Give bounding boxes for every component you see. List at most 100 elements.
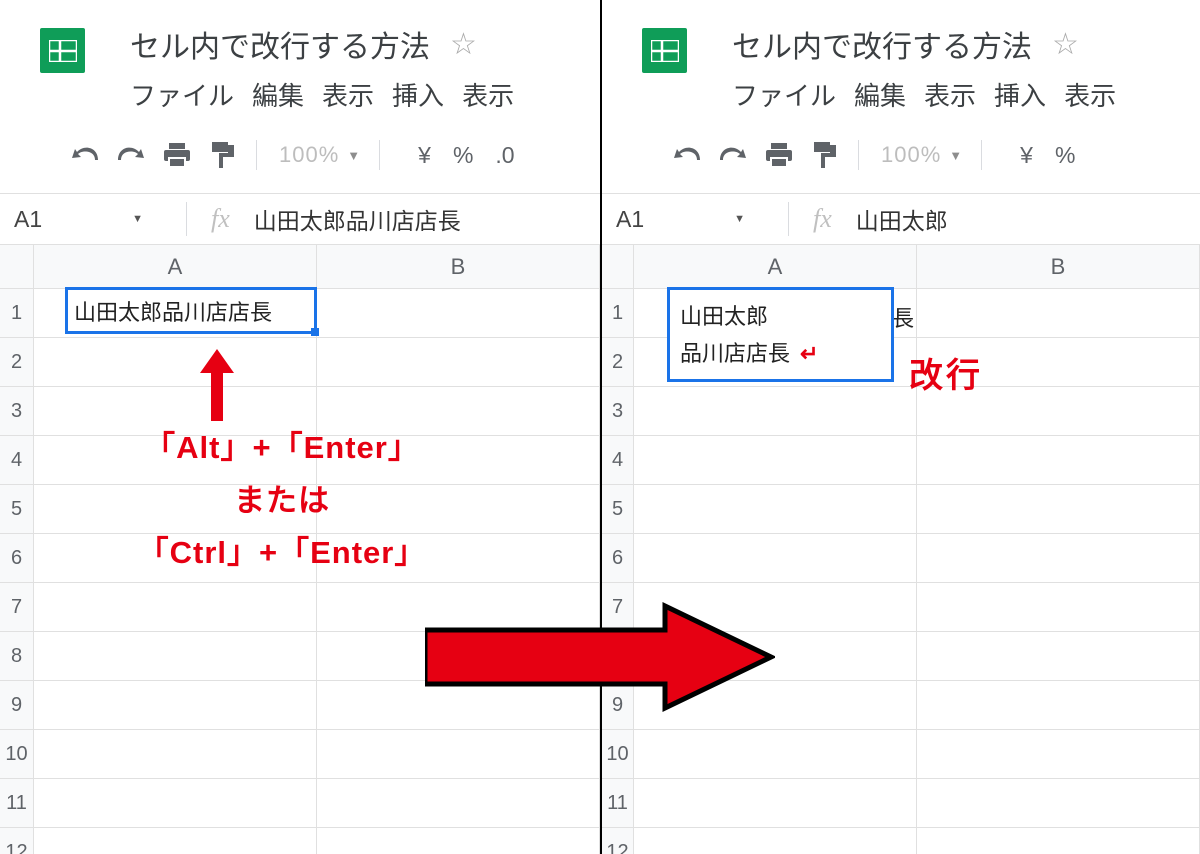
menu-edit[interactable]: 編集 <box>854 76 906 113</box>
cell[interactable] <box>634 436 917 485</box>
select-all-corner[interactable] <box>0 245 34 289</box>
transition-arrow-icon <box>425 602 775 712</box>
cell[interactable] <box>917 681 1200 730</box>
row-header[interactable]: 2 <box>0 338 34 387</box>
percent-format-button[interactable]: % <box>1055 142 1075 169</box>
titlebar: セル内で改行する方法 ☆ ファイル 編集 表示 挿入 表示 <box>602 0 1200 113</box>
menu-insert[interactable]: 挿入 <box>994 76 1046 113</box>
row-header[interactable]: 11 <box>0 779 34 828</box>
cell[interactable] <box>917 436 1200 485</box>
menu-format[interactable]: 表示 <box>462 76 514 113</box>
menu-file[interactable]: ファイル <box>130 76 234 113</box>
cell[interactable] <box>634 485 917 534</box>
name-box[interactable]: A1▼ <box>602 206 788 233</box>
cell[interactable] <box>34 681 317 730</box>
menu-file[interactable]: ファイル <box>732 76 836 113</box>
cell[interactable] <box>317 779 600 828</box>
cell[interactable] <box>917 779 1200 828</box>
col-header-a[interactable]: A <box>634 245 917 289</box>
row-header[interactable]: 12 <box>0 828 34 854</box>
row-header[interactable]: 10 <box>0 730 34 779</box>
cell[interactable] <box>34 583 317 632</box>
formula-bar: A1▼ fx 山田太郎 <box>602 193 1200 245</box>
currency-format-button[interactable]: ¥ <box>418 142 431 169</box>
zoom-dropdown[interactable]: 100%▼ <box>279 142 361 168</box>
select-all-corner[interactable] <box>602 245 634 289</box>
undo-icon[interactable] <box>62 137 108 173</box>
cell[interactable] <box>917 534 1200 583</box>
menu-format[interactable]: 表示 <box>1064 76 1116 113</box>
col-header-a[interactable]: A <box>34 245 317 289</box>
row-header[interactable]: 12 <box>602 828 634 854</box>
percent-format-button[interactable]: % <box>453 142 473 169</box>
row-header[interactable]: 1 <box>602 289 634 338</box>
cell-b1[interactable] <box>917 289 1200 338</box>
formula-value[interactable]: 山田太郎 <box>856 202 948 236</box>
row-header[interactable]: 3 <box>0 387 34 436</box>
row-header[interactable]: 7 <box>0 583 34 632</box>
spreadsheet-grid[interactable]: A B 1 2 3 4 5 6 7 8 9 10 11 12 13 店長 山田太… <box>602 245 1200 854</box>
toolbar: 100%▼ ¥ % <box>602 113 1200 193</box>
cell[interactable] <box>917 730 1200 779</box>
menu-insert[interactable]: 挿入 <box>392 76 444 113</box>
row-header[interactable]: 4 <box>602 436 634 485</box>
row-header[interactable]: 10 <box>602 730 634 779</box>
editing-cell-a1[interactable]: 山田太郎 品川店店長 ↵ <box>667 287 894 382</box>
cell[interactable] <box>917 583 1200 632</box>
row-header[interactable]: 1 <box>0 289 34 338</box>
redo-icon[interactable] <box>710 137 756 173</box>
formula-bar: A1▼ fx 山田太郎品川店店長 <box>0 193 600 245</box>
name-box[interactable]: A1▼ <box>0 206 186 233</box>
row-header[interactable]: 9 <box>0 681 34 730</box>
row-header[interactable]: 5 <box>0 485 34 534</box>
menu-view[interactable]: 表示 <box>924 76 976 113</box>
row-header[interactable]: 6 <box>0 534 34 583</box>
cell-a1-line2: 品川店店長 <box>680 335 790 372</box>
row-header[interactable]: 2 <box>602 338 634 387</box>
formula-value[interactable]: 山田太郎品川店店長 <box>254 202 461 236</box>
row-header[interactable]: 6 <box>602 534 634 583</box>
redo-icon[interactable] <box>108 137 154 173</box>
menu-edit[interactable]: 編集 <box>252 76 304 113</box>
cell[interactable] <box>634 730 917 779</box>
cell[interactable] <box>917 485 1200 534</box>
decimal-format-button-left[interactable]: .0 <box>495 142 514 169</box>
currency-format-button[interactable]: ¥ <box>1020 142 1033 169</box>
paint-format-icon[interactable] <box>200 137 246 173</box>
cell[interactable] <box>34 730 317 779</box>
cell[interactable] <box>34 779 317 828</box>
cell[interactable] <box>917 828 1200 854</box>
cell[interactable] <box>634 534 917 583</box>
row-header[interactable]: 8 <box>0 632 34 681</box>
menu-view[interactable]: 表示 <box>322 76 374 113</box>
cell[interactable] <box>34 828 317 854</box>
cell[interactable] <box>634 828 917 854</box>
cell[interactable] <box>917 632 1200 681</box>
col-header-b[interactable]: B <box>317 245 600 289</box>
row-header[interactable]: 3 <box>602 387 634 436</box>
cell[interactable] <box>317 730 600 779</box>
document-title[interactable]: セル内で改行する方法 <box>130 22 430 66</box>
document-title[interactable]: セル内で改行する方法 <box>732 22 1032 66</box>
cell[interactable] <box>34 338 317 387</box>
cell-b1[interactable] <box>317 289 600 338</box>
star-icon[interactable]: ☆ <box>450 27 477 62</box>
selected-cell-a1[interactable]: 山田太郎品川店店長 <box>65 287 317 334</box>
cell[interactable] <box>34 632 317 681</box>
zoom-dropdown[interactable]: 100%▼ <box>881 142 963 168</box>
star-icon[interactable]: ☆ <box>1052 27 1079 62</box>
row-header[interactable]: 5 <box>602 485 634 534</box>
print-icon[interactable] <box>756 137 802 173</box>
print-icon[interactable] <box>154 137 200 173</box>
toolbar: 100%▼ ¥ % .0 <box>0 113 600 193</box>
cell[interactable] <box>634 779 917 828</box>
cell[interactable] <box>634 387 917 436</box>
col-header-b[interactable]: B <box>917 245 1200 289</box>
cell[interactable] <box>317 338 600 387</box>
cell[interactable] <box>317 828 600 854</box>
row-header[interactable]: 11 <box>602 779 634 828</box>
paint-format-icon[interactable] <box>802 137 848 173</box>
undo-icon[interactable] <box>664 137 710 173</box>
row-header[interactable]: 4 <box>0 436 34 485</box>
sheets-logo <box>40 22 85 81</box>
